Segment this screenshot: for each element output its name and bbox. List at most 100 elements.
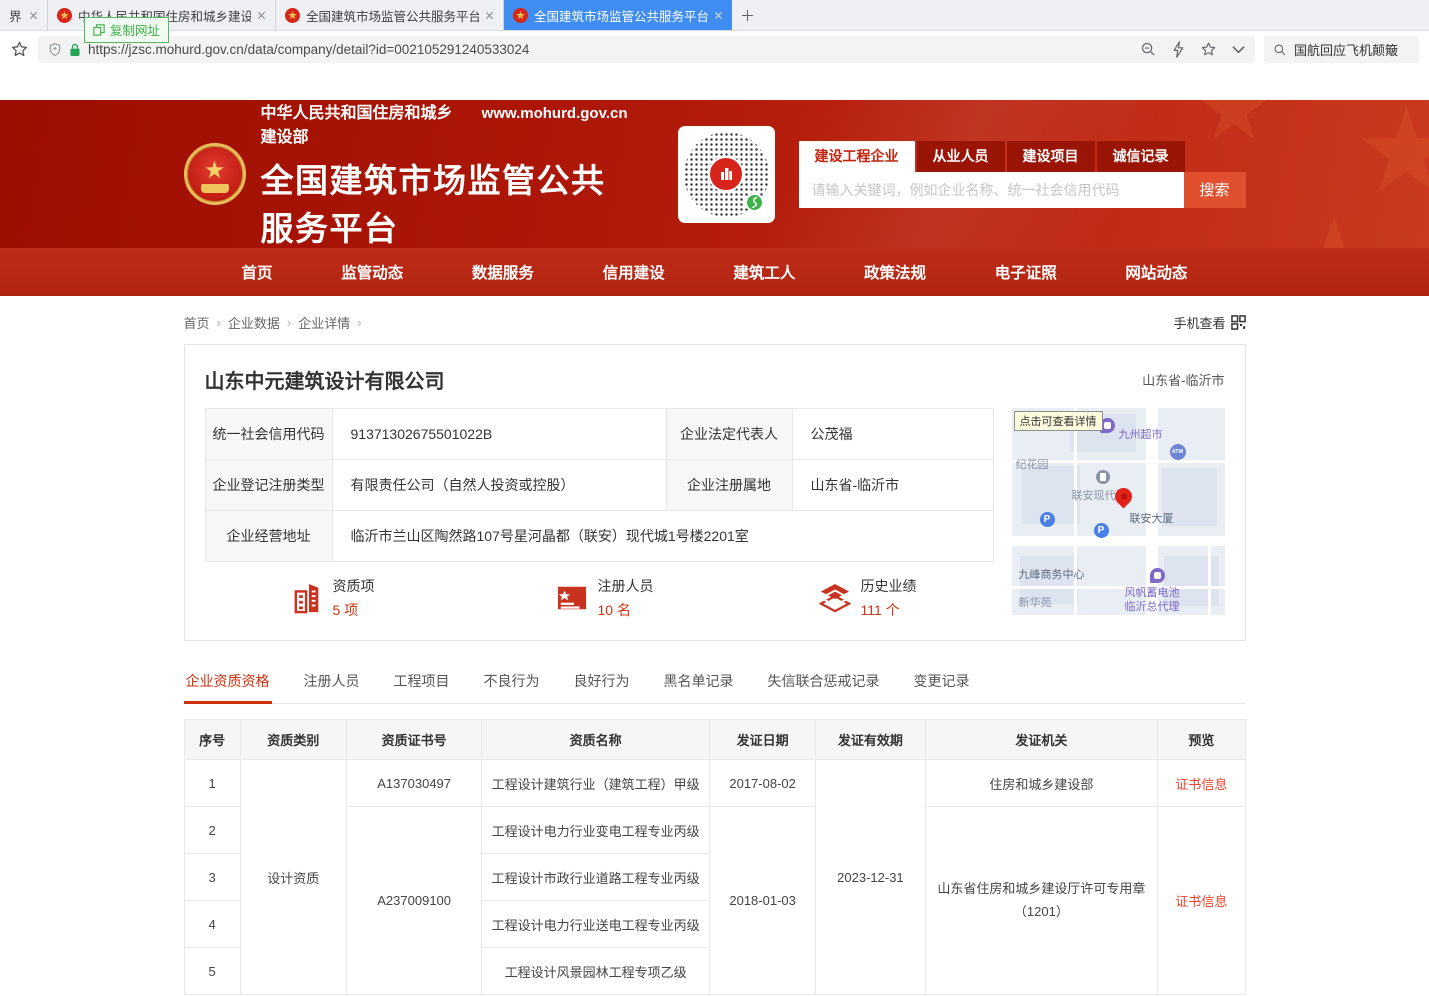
zoom-out-icon[interactable] bbox=[1140, 41, 1157, 58]
certificate-icon bbox=[556, 583, 588, 613]
qual-name-cell: 工程设计建筑行业（建筑工程）甲级 bbox=[482, 760, 710, 807]
nav-item-credit-building[interactable]: 信用建设 bbox=[603, 261, 665, 283]
issue-date-cell: 2018-01-03 bbox=[709, 807, 815, 995]
map-parking-pin: P bbox=[1040, 512, 1055, 527]
browser-tab-jzsc-active[interactable]: 全国建筑市场监管公共服务平台 bbox=[504, 0, 732, 30]
platform-title: 全国建筑市场监管公共服务平台 bbox=[261, 154, 628, 249]
close-icon[interactable] bbox=[29, 11, 38, 20]
table-row: 企业经营地址 临沂市兰山区陶然路107号星河晶都（联安）现代城1号楼2201室 bbox=[205, 511, 993, 562]
nav-item-site-news[interactable]: 网站动态 bbox=[1125, 261, 1187, 283]
search-tab-credit[interactable]: 诚信记录 bbox=[1097, 141, 1185, 172]
seq-cell: 2 bbox=[184, 807, 240, 854]
map-label: 纪花园 bbox=[1016, 456, 1049, 472]
tab-registered-staff[interactable]: 注册人员 bbox=[302, 663, 362, 704]
search-icon bbox=[1273, 43, 1287, 57]
url-bar[interactable]: https://jzsc.mohurd.gov.cn/data/company/… bbox=[38, 36, 1255, 63]
search-button[interactable]: 搜索 bbox=[1184, 172, 1246, 208]
bookmark-star-icon[interactable] bbox=[10, 40, 29, 59]
authority-cell: 山东省住房和城乡建设厅许可专用章 （1201） bbox=[925, 807, 1158, 995]
search-tab-enterprise[interactable]: 建设工程企业 bbox=[799, 141, 915, 172]
nav-item-home[interactable]: 首页 bbox=[242, 261, 273, 283]
site-search-widget: 建设工程企业 从业人员 建设项目 诚信记录 搜索 bbox=[799, 141, 1246, 208]
map-label: 联安大厦 bbox=[1130, 510, 1174, 526]
company-detail-tabs: 企业资质资格 注册人员 工程项目 不良行为 良好行为 黑名单记录 失信联合惩戒记… bbox=[184, 663, 1246, 704]
search-tab-project[interactable]: 建设项目 bbox=[1007, 141, 1095, 172]
shield-icon[interactable] bbox=[48, 42, 62, 57]
map-tooltip: 点击可查看详情 bbox=[1014, 411, 1103, 431]
nav-item-supervision-news[interactable]: 监管动态 bbox=[341, 261, 403, 283]
ministry-name: 中华人民共和国住房和城乡建设部 bbox=[261, 100, 462, 147]
map-pin-icon bbox=[1150, 568, 1165, 583]
mobile-view-link[interactable]: 手机查看 bbox=[1173, 313, 1245, 332]
close-icon[interactable] bbox=[714, 11, 723, 20]
tab-blacklist[interactable]: 黑名单记录 bbox=[662, 663, 736, 704]
new-tab-button[interactable] bbox=[732, 0, 762, 30]
field-label: 企业法定代表人 bbox=[666, 409, 792, 460]
emblem-favicon-icon bbox=[57, 8, 72, 23]
table-row: 统一社会信用代码 91371302675501022B 企业法定代表人 公茂福 bbox=[205, 409, 993, 460]
nav-item-construction-workers[interactable]: 建筑工人 bbox=[733, 261, 795, 283]
tab-qualifications[interactable]: 企业资质资格 bbox=[184, 663, 272, 704]
breadcrumb-company-data[interactable]: 企业数据 bbox=[228, 313, 280, 332]
company-card: 山东中元建筑设计有限公司 山东省-临沂市 统一社会信用代码 9137130267… bbox=[184, 344, 1246, 641]
copy-icon bbox=[93, 24, 105, 36]
stat-value: 111 个 bbox=[861, 600, 917, 620]
keyword-search-input[interactable] bbox=[799, 172, 1184, 208]
map-label: 风帆蓄电池 临沂总代理 bbox=[1125, 587, 1180, 615]
ministry-website: www.mohurd.gov.cn bbox=[482, 105, 628, 122]
category-cell: 设计资质 bbox=[240, 760, 346, 995]
plus-icon bbox=[742, 10, 753, 21]
col-header: 发证日期 bbox=[709, 720, 815, 760]
qualification-table: 序号 资质类别 资质证书号 资质名称 发证日期 发证有效期 发证机关 预览 1 … bbox=[184, 719, 1246, 995]
nav-item-data-service[interactable]: 数据服务 bbox=[472, 261, 534, 283]
valid-until-cell: 2023-12-31 bbox=[816, 760, 925, 995]
browser-tab-bar: 界 中华人民共和国住房和城乡建设 全国建筑市场监管公共服务平台 全国建筑市场监管… bbox=[0, 0, 1429, 31]
seq-cell: 1 bbox=[184, 760, 240, 807]
tab-change-records[interactable]: 变更记录 bbox=[912, 663, 972, 704]
nav-item-e-license[interactable]: 电子证照 bbox=[995, 261, 1057, 283]
browser-tab-partial[interactable]: 界 bbox=[0, 0, 48, 30]
map-label: 九峰商务中心 bbox=[1019, 566, 1085, 582]
breadcrumb-home[interactable]: 首页 bbox=[184, 313, 210, 332]
field-value: 临沂市兰山区陶然路107号星河晶都（联安）现代城1号楼2201室 bbox=[332, 511, 993, 562]
map-road bbox=[1012, 586, 1225, 589]
search-tab-practitioner[interactable]: 从业人员 bbox=[917, 141, 1005, 172]
mobile-view-label: 手机查看 bbox=[1173, 313, 1225, 332]
tab-projects[interactable]: 工程项目 bbox=[392, 663, 452, 704]
lightning-icon[interactable] bbox=[1172, 41, 1185, 58]
close-icon[interactable] bbox=[257, 11, 266, 20]
stat-performance: 历史业绩 111 个 bbox=[819, 576, 917, 620]
col-header: 资质名称 bbox=[482, 720, 710, 760]
hot-search-box[interactable]: 国航回应飞机颠簸 bbox=[1264, 36, 1419, 63]
close-icon[interactable] bbox=[485, 11, 494, 20]
certificate-info-link[interactable]: 证书信息 bbox=[1175, 894, 1227, 909]
company-info-table: 统一社会信用代码 91371302675501022B 企业法定代表人 公茂福 … bbox=[205, 408, 994, 562]
tab-title: 全国建筑市场监管公共服务平台 bbox=[534, 6, 708, 25]
company-location-map[interactable]: 九州超市 ATM 纪花园 联安现代城 联安大厦 P P 九峰商务中心 风帆蓄电池… bbox=[1012, 408, 1225, 615]
certificate-info-link[interactable]: 证书信息 bbox=[1175, 777, 1227, 792]
tab-bad-behavior[interactable]: 不良行为 bbox=[482, 663, 542, 704]
map-building-icon bbox=[1096, 470, 1110, 484]
col-header: 发证机关 bbox=[925, 720, 1158, 760]
breadcrumb-separator bbox=[217, 315, 221, 330]
col-header: 资质类别 bbox=[240, 720, 346, 760]
emblem-favicon-icon bbox=[285, 8, 300, 23]
field-value: 有限责任公司（自然人投资或控股） bbox=[332, 460, 666, 511]
tab-dishonesty-records[interactable]: 失信联合惩戒记录 bbox=[766, 663, 882, 704]
star-decoration-icon bbox=[1259, 215, 1409, 248]
map-road bbox=[1208, 546, 1211, 615]
qual-name-cell: 工程设计市政行业道路工程专业丙级 bbox=[482, 854, 710, 901]
seq-cell: 4 bbox=[184, 901, 240, 948]
company-name: 山东中元建筑设计有限公司 bbox=[205, 365, 445, 394]
tab-good-behavior[interactable]: 良好行为 bbox=[572, 663, 632, 704]
browser-tab-jzsc-1[interactable]: 全国建筑市场监管公共服务平台 bbox=[276, 0, 504, 30]
copy-url-tooltip: 复制网址 bbox=[84, 17, 169, 43]
breadcrumb-separator bbox=[287, 315, 291, 330]
col-header: 序号 bbox=[184, 720, 240, 760]
seq-cell: 3 bbox=[184, 854, 240, 901]
favorite-star-icon[interactable] bbox=[1200, 41, 1217, 58]
chevron-down-icon[interactable] bbox=[1232, 45, 1245, 54]
layers-icon bbox=[819, 583, 851, 613]
national-emblem-icon: ★ bbox=[184, 143, 246, 205]
nav-item-policies[interactable]: 政策法规 bbox=[864, 261, 926, 283]
